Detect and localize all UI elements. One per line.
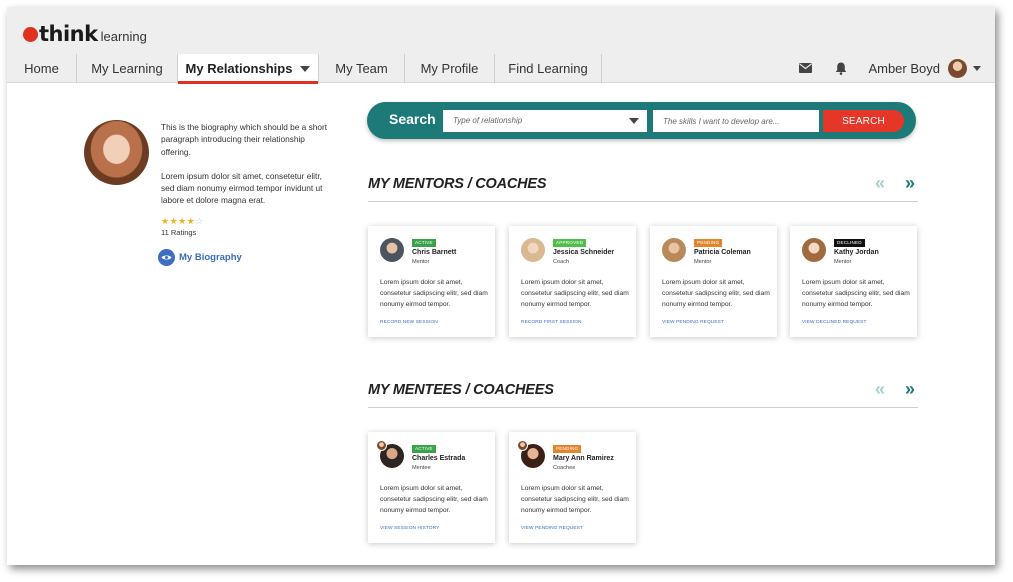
profile-avatar: [84, 120, 149, 185]
top-header: think learning Home My Learning My Relat…: [7, 7, 995, 84]
main-nav: Home My Learning My Relationships My Tea…: [7, 54, 602, 84]
mentor-card[interactable]: DECLINED Kathy Jordan Mentor Lorem ipsum…: [790, 226, 917, 337]
mentees-divider: [368, 407, 918, 408]
star-icon: ★★★★: [161, 216, 196, 226]
card-name: Kathy Jordan: [834, 249, 879, 256]
user-menu-chevron-icon[interactable]: [973, 65, 981, 71]
search-title: Search: [389, 111, 436, 127]
card-role: Mentor: [694, 259, 712, 265]
nav-find-learning-label: Find Learning: [508, 61, 588, 76]
mentees-carousel-controls: « »: [865, 380, 925, 398]
chevron-down-icon: [300, 65, 311, 72]
nav-home[interactable]: Home: [7, 54, 77, 83]
view-pending-request-link[interactable]: VIEW PENDING REQUEST: [662, 320, 724, 325]
status-badge: DECLINED: [834, 239, 865, 247]
status-badge: PENDING: [553, 445, 582, 453]
nav-my-learning[interactable]: My Learning: [77, 54, 178, 83]
status-badge: ACTIVE: [412, 239, 436, 247]
nav-my-relationships-label: My Relationships: [185, 61, 293, 76]
chevron-down-icon: [629, 118, 639, 124]
eye-icon: [158, 249, 175, 266]
nav-my-profile-label: My Profile: [420, 61, 479, 76]
avatar: [662, 238, 686, 262]
owner-avatar: [376, 440, 387, 451]
bio-paragraph-2: Lorem ipsum dolor sit amet, consetetur e…: [161, 170, 323, 206]
record-new-session-link[interactable]: RECORD NEW SESSION: [380, 320, 438, 325]
logo-dot-icon: [23, 27, 38, 42]
ratings-count: 11 Ratings: [161, 228, 197, 237]
record-first-session-link[interactable]: RECORD FIRST SESSION: [521, 320, 582, 325]
card-description: Lorem ipsum dolor sit amet, consetetur s…: [380, 279, 488, 308]
logo-brand: think: [39, 22, 98, 46]
mentee-card[interactable]: PENDING Mary Ann Ramirez Coachee Lorem i…: [509, 432, 636, 543]
mentors-divider: [368, 201, 918, 202]
bio-paragraph-1: This is the biography which should be a …: [161, 122, 328, 157]
nav-my-team-label: My Team: [335, 61, 388, 76]
card-role: Mentor: [834, 259, 852, 265]
avatar: [380, 238, 404, 262]
card-name: Charles Estrada: [412, 455, 466, 462]
mentees-section-title: MY MENTEES / COACHEES: [368, 382, 554, 398]
card-description: Lorem ipsum dolor sit amet, consetetur s…: [521, 485, 629, 514]
card-description: Lorem ipsum dolor sit amet, consetetur s…: [662, 279, 770, 308]
user-avatar[interactable]: [948, 58, 967, 78]
card-role: Coach: [553, 259, 570, 265]
user-name[interactable]: Amber Boyd: [868, 61, 940, 76]
card-name: Mary Ann Ramirez: [553, 455, 614, 462]
bell-icon[interactable]: [832, 59, 850, 77]
relationship-type-select[interactable]: Type of relationship: [443, 110, 647, 132]
think-learning-logo[interactable]: think learning: [23, 22, 147, 46]
card-role: Coachee: [553, 465, 576, 471]
header-user-area: Amber Boyd: [796, 57, 981, 79]
nav-my-profile[interactable]: My Profile: [405, 54, 495, 83]
mentors-section-title: MY MENTORS / COACHES: [368, 176, 547, 192]
nav-my-team[interactable]: My Team: [319, 54, 405, 83]
card-description: Lorem ipsum dolor sit amet, consetetur s…: [521, 279, 629, 308]
view-declined-request-link[interactable]: VIEW DECLINED REQUEST: [802, 320, 866, 325]
status-badge: APPROVED: [553, 239, 587, 247]
prev-arrow-icon[interactable]: «: [865, 380, 895, 398]
mentee-card[interactable]: ACTIVE Charles Estrada Mentee Lorem ipsu…: [368, 432, 495, 543]
prev-arrow-icon[interactable]: «: [865, 174, 895, 192]
next-arrow-icon[interactable]: »: [895, 174, 925, 192]
card-role: Mentor: [412, 259, 430, 265]
mail-icon[interactable]: [796, 59, 814, 77]
logo-suffix: learning: [100, 29, 147, 44]
owner-avatar: [517, 440, 528, 451]
nav-home-label: Home: [24, 61, 59, 76]
card-role: Mentee: [412, 465, 431, 471]
nav-my-learning-label: My Learning: [91, 61, 163, 76]
skills-input[interactable]: [653, 110, 819, 132]
search-bar: Search Type of relationship SEARCH: [367, 102, 916, 139]
avatar: [521, 238, 545, 262]
my-biography-link[interactable]: My Biography: [158, 249, 242, 266]
app-window: think learning Home My Learning My Relat…: [7, 7, 995, 565]
status-badge: PENDING: [694, 239, 723, 247]
mentors-carousel-controls: « »: [865, 174, 925, 192]
card-name: Chris Barnett: [412, 249, 457, 256]
mentor-card[interactable]: ACTIVE Chris Barnett Mentor Lorem ipsum …: [368, 226, 495, 337]
view-session-history-link[interactable]: VIEW SESSION HISTORY: [380, 526, 439, 531]
view-pending-request-link[interactable]: VIEW PENDING REQUEST: [521, 526, 583, 531]
next-arrow-icon[interactable]: »: [895, 380, 925, 398]
card-description: Lorem ipsum dolor sit amet, consetetur s…: [380, 485, 488, 514]
nav-my-relationships[interactable]: My Relationships: [178, 54, 319, 84]
star-rating: ★★★★☆: [161, 216, 204, 227]
avatar: [802, 238, 826, 262]
biography-text: This is the biography which should be a …: [161, 121, 333, 207]
status-badge: ACTIVE: [412, 445, 436, 453]
card-description: Lorem ipsum dolor sit amet, consetetur s…: [802, 279, 910, 308]
star-empty-icon: ☆: [195, 216, 204, 226]
mentor-card[interactable]: PENDING Patricia Coleman Mentor Lorem ip…: [650, 226, 777, 337]
search-button[interactable]: SEARCH: [823, 110, 904, 132]
card-name: Patricia Coleman: [694, 249, 751, 256]
nav-find-learning[interactable]: Find Learning: [495, 54, 602, 83]
card-name: Jessica Schneider: [553, 249, 615, 256]
mentor-card[interactable]: APPROVED Jessica Schneider Coach Lorem i…: [509, 226, 636, 337]
my-biography-label: My Biography: [179, 252, 242, 263]
relationship-type-placeholder: Type of relationship: [453, 116, 523, 125]
